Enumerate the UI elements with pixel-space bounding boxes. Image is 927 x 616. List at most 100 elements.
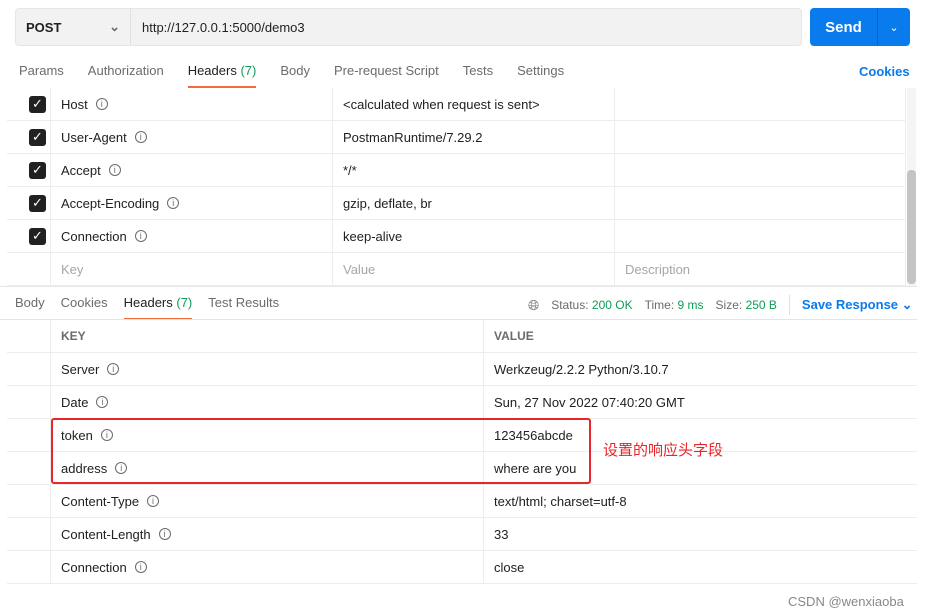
tab-label: Body xyxy=(15,295,45,310)
tab-label: Body xyxy=(280,63,310,78)
save-response-label: Save Response xyxy=(801,297,899,312)
url-input[interactable]: http://127.0.0.1:5000/demo3 xyxy=(131,9,305,45)
info-icon[interactable]: i xyxy=(134,131,147,143)
key-text: Content-Type xyxy=(61,493,140,509)
response-header-row: Connection i close xyxy=(7,551,917,584)
header-key[interactable]: Connection i xyxy=(51,220,333,252)
info-icon[interactable]: i xyxy=(96,396,109,408)
key-text: Content-Length xyxy=(61,526,151,542)
cookies-link[interactable]: Cookies xyxy=(859,64,910,79)
request-header-row: ✓ Host i <calculated when request is sent… xyxy=(7,88,906,121)
tab-pre-request-script[interactable]: Pre-request Script xyxy=(334,56,439,86)
tab-count: (7) xyxy=(240,63,257,78)
info-icon[interactable]: i xyxy=(134,561,147,573)
key-text: Host xyxy=(61,96,88,112)
key-text: Server xyxy=(61,361,100,377)
key-input[interactable]: Key xyxy=(51,253,333,285)
tab-test-results[interactable]: Test Results xyxy=(208,288,279,318)
send-button[interactable]: Send xyxy=(810,8,878,46)
annotation-text: 设置的响应头字段 xyxy=(603,442,724,459)
checkbox[interactable]: ✓ xyxy=(29,227,46,245)
status-value[interactable]: 200 OK xyxy=(592,298,633,312)
tab-label: Authorization xyxy=(87,63,164,78)
globe-icon: 🌐︎ xyxy=(528,296,540,313)
tab-headers[interactable]: Headers (7) xyxy=(187,56,257,88)
request-header-row: ✓ User-Agent i PostmanRuntime/7.29.2 xyxy=(7,121,906,154)
tab-count: (7) xyxy=(176,295,193,310)
response-header-row: Date i Sun, 27 Nov 2022 07:40:20 GMT xyxy=(7,386,917,419)
response-key: Connection i xyxy=(51,551,484,583)
header-key[interactable]: Accept-Encoding i xyxy=(51,187,333,219)
tab-label: Test Results xyxy=(208,295,280,310)
time-label: Time: xyxy=(644,298,675,312)
header-value[interactable]: keep-alive xyxy=(333,220,615,252)
header-key[interactable]: User-Agent i xyxy=(51,121,333,153)
request-header-row: ✓ Accept-Encoding i gzip, deflate, br xyxy=(7,187,906,220)
tab-settings[interactable]: Settings xyxy=(517,56,564,86)
response-header-row: Server i Werkzeug/2.2.2 Python/3.10.7 xyxy=(7,353,917,386)
key-text: Connection xyxy=(61,559,127,575)
status-label: Status: xyxy=(551,298,589,312)
tab-label: Cookies xyxy=(60,295,108,310)
send-button-group: Send ⌄ xyxy=(810,8,910,46)
info-icon[interactable]: i xyxy=(107,363,120,375)
header-value[interactable]: gzip, deflate, br xyxy=(333,187,615,219)
info-icon[interactable]: i xyxy=(95,98,108,110)
info-icon[interactable]: i xyxy=(158,528,171,540)
info-icon[interactable]: i xyxy=(134,230,147,242)
response-tabs: Body Cookies Headers (7) Test Results xyxy=(15,288,295,320)
header-key[interactable]: Accept i xyxy=(51,154,333,186)
response-value: close xyxy=(494,559,525,575)
description-input[interactable]: Description xyxy=(615,253,906,285)
response-header-row: Content-Type i text/html; charset=utf-8 xyxy=(7,485,917,518)
time-value[interactable]: 9 ms xyxy=(678,298,704,312)
header-description[interactable] xyxy=(615,220,906,252)
scrollbar[interactable] xyxy=(907,88,916,286)
checkbox[interactable]: ✓ xyxy=(29,128,46,146)
response-key: Server i xyxy=(51,353,484,385)
value-column-header: VALUE xyxy=(494,329,534,343)
tab-authorization[interactable]: Authorization xyxy=(88,56,164,86)
tab-label: Headers xyxy=(187,63,237,78)
send-dropdown-icon[interactable]: ⌄ xyxy=(878,8,910,46)
size-value[interactable]: 250 B xyxy=(746,298,777,312)
request-tabs: Params Authorization Headers (7) Body Pre-re… xyxy=(19,56,588,88)
request-header-row: ✓ Connection i keep-alive xyxy=(7,220,906,253)
header-description[interactable] xyxy=(615,121,906,153)
response-key: Date i xyxy=(51,386,484,418)
key-text: User-Agent xyxy=(61,129,127,145)
header-key[interactable]: Host i xyxy=(51,88,333,120)
checkbox[interactable]: ✓ xyxy=(29,194,46,212)
tab-params[interactable]: Params xyxy=(19,56,64,86)
header-description[interactable] xyxy=(615,88,906,120)
method-select[interactable]: POST ⌄ xyxy=(16,9,131,45)
request-header-row: ✓ Accept i */* xyxy=(7,154,906,187)
checkbox[interactable]: ✓ xyxy=(29,161,46,179)
key-text: Accept-Encoding xyxy=(61,195,160,211)
info-icon[interactable]: i xyxy=(108,164,121,176)
tab-label: Params xyxy=(19,63,64,78)
key-text: Accept xyxy=(61,162,101,178)
tab-label: Headers xyxy=(123,295,173,310)
header-value[interactable]: <calculated when request is sent> xyxy=(333,88,615,120)
key-text: Connection xyxy=(61,228,127,244)
header-description[interactable] xyxy=(615,154,906,186)
response-value: Werkzeug/2.2.2 Python/3.10.7 xyxy=(494,361,669,377)
save-response-button[interactable]: Save Response ⌄ xyxy=(802,297,913,313)
tab-headers[interactable]: Headers (7) xyxy=(123,288,193,320)
tab-body[interactable]: Body xyxy=(15,288,45,318)
tab-tests[interactable]: Tests xyxy=(463,56,493,86)
header-value[interactable]: */* xyxy=(333,154,615,186)
response-value: text/html; charset=utf-8 xyxy=(494,493,627,509)
tab-body[interactable]: Body xyxy=(280,56,310,86)
chevron-down-icon: ⌄ xyxy=(109,19,120,34)
header-value[interactable]: PostmanRuntime/7.29.2 xyxy=(333,121,615,153)
value-input[interactable]: Value xyxy=(333,253,615,285)
header-description[interactable] xyxy=(615,187,906,219)
key-text: Date xyxy=(61,394,89,410)
checkbox[interactable]: ✓ xyxy=(29,95,46,113)
info-icon[interactable]: i xyxy=(147,495,160,507)
tab-label: Tests xyxy=(462,63,494,78)
tab-cookies[interactable]: Cookies xyxy=(61,288,108,318)
info-icon[interactable]: i xyxy=(167,197,180,209)
